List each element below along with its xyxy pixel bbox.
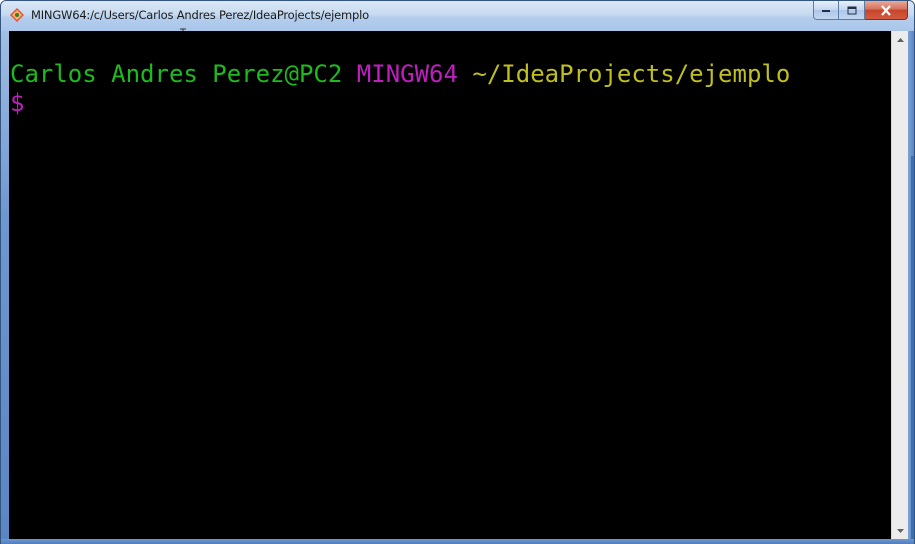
- maximize-icon: [847, 6, 856, 14]
- scroll-up-arrow-icon: [896, 37, 904, 42]
- title-bar[interactable]: MINGW64:/c/Users/Carlos Andres Perez/Ide…: [1, 1, 914, 31]
- prompt-system: MINGW64: [356, 60, 458, 88]
- prompt-path: ~/IdeaProjects/ejemplo: [472, 60, 791, 88]
- scroll-up-button[interactable]: [892, 31, 908, 48]
- minimize-button[interactable]: [813, 1, 839, 20]
- prompt-user-host: Carlos Andres Perez@PC2: [10, 60, 343, 88]
- close-icon: [881, 4, 891, 16]
- git-bash-icon[interactable]: [10, 8, 24, 22]
- maximize-button[interactable]: [839, 1, 865, 20]
- prompt-symbol: $: [10, 89, 25, 117]
- close-button[interactable]: [865, 1, 908, 20]
- window-title: MINGW64:/c/Users/Carlos Andres Perez/Ide…: [31, 8, 369, 22]
- scroll-down-arrow-icon: [896, 528, 904, 533]
- input-line[interactable]: $: [10, 89, 24, 117]
- terminal-output[interactable]: Carlos Andres Perez@PC2 MINGW64 ~/IdeaPr…: [9, 31, 891, 539]
- scroll-down-button[interactable]: [892, 522, 908, 539]
- window-bottom-border: [1, 539, 914, 544]
- window-right-accent: [911, 156, 914, 539]
- vertical-scrollbar[interactable]: [891, 31, 908, 539]
- terminal-window: MINGW64:/c/Users/Carlos Andres Perez/Ide…: [0, 0, 915, 544]
- caption-buttons: [813, 1, 908, 21]
- minimize-icon: [822, 10, 830, 12]
- prompt-line: Carlos Andres Perez@PC2 MINGW64 ~/IdeaPr…: [10, 60, 790, 88]
